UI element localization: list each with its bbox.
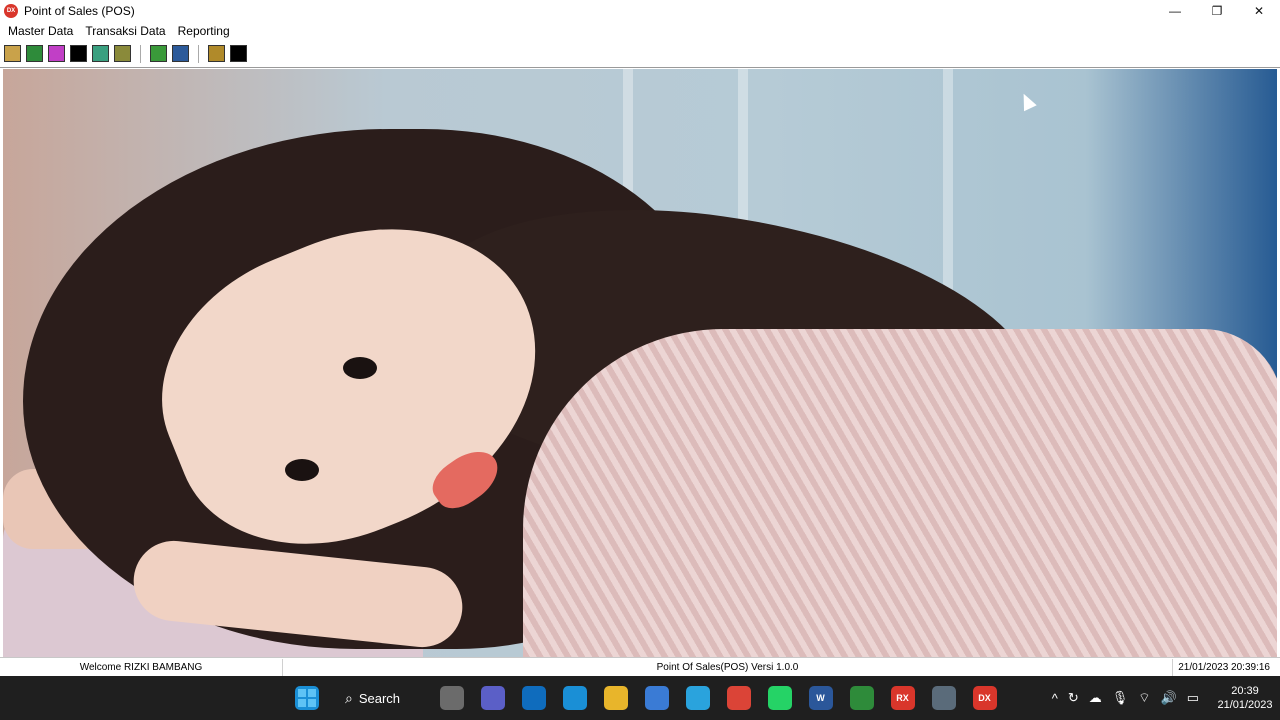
toolbar (0, 40, 1280, 68)
system-tray: ^ ↻ ☁ 🎙 ⌔ 🔊 ▭ 20:39 21/01/2023 (1047, 676, 1280, 720)
mouse-cursor-icon (1017, 90, 1037, 112)
rx-app-icon[interactable]: RX (890, 686, 915, 710)
sweater (523, 329, 1277, 657)
eye (343, 357, 377, 379)
mail-icon[interactable] (521, 686, 546, 710)
chevron-up-icon[interactable]: ^ (1052, 691, 1058, 706)
search-label: Search (358, 690, 401, 706)
menu-bar: Master Data Transaksi Data Reporting (0, 21, 1280, 40)
settings-icon[interactable] (931, 686, 956, 710)
blank-icon[interactable] (70, 45, 87, 62)
clock-time: 20:39 (1231, 685, 1259, 697)
report-icon[interactable] (208, 45, 225, 62)
network-icon[interactable] (92, 45, 109, 62)
status-datetime: 21/01/2023 20:39:16 (1178, 661, 1270, 673)
edge-icon[interactable] (562, 686, 587, 710)
taskbar-clock[interactable]: 20:39 21/01/2023 (1210, 684, 1280, 712)
taskbar: ⌕ Search W RX DX ^ ↻ ☁ 🎙 ⌔ 🔊 ▭ 20:39 21/… (0, 676, 1280, 720)
sync-icon[interactable]: ↻ (1068, 690, 1079, 706)
title-bar: DX Point of Sales (POS) — ❐ ✕ (0, 0, 1280, 21)
whatsapp-icon[interactable] (767, 686, 792, 710)
status-welcome: Welcome RIZKI BAMBANG (0, 658, 283, 676)
window-title: Point of Sales (POS) (24, 3, 135, 18)
window-controls: — ❐ ✕ (1154, 0, 1280, 21)
windows-start-icon[interactable] (294, 686, 319, 710)
chrome-icon[interactable] (726, 686, 751, 710)
eraser-icon[interactable] (48, 45, 65, 62)
taskbar-search[interactable]: ⌕ Search (333, 682, 425, 714)
search-icon: ⌕ (345, 689, 353, 706)
battery-icon[interactable]: ▭ (1187, 690, 1199, 706)
wifi-icon[interactable]: ⌔ (1138, 690, 1150, 706)
file-explorer-icon[interactable] (603, 686, 628, 710)
building-icon[interactable] (172, 45, 189, 62)
teams-icon[interactable] (480, 686, 505, 710)
telegram-icon[interactable] (685, 686, 710, 710)
microphone-icon[interactable]: 🎙 (1112, 690, 1129, 706)
menu-transaksi-data[interactable]: Transaksi Data (79, 24, 171, 38)
task-view-icon[interactable] (439, 686, 464, 710)
tag-icon[interactable] (4, 45, 21, 62)
clock-date: 21/01/2023 (1217, 699, 1273, 711)
blank-icon[interactable] (230, 45, 247, 62)
arrow-icon[interactable] (26, 45, 43, 62)
volume-icon[interactable]: 🔊 (1161, 690, 1177, 706)
users-icon[interactable] (114, 45, 131, 62)
close-button[interactable]: ✕ (1238, 0, 1280, 21)
gear-icon[interactable] (150, 45, 167, 62)
menu-master-data[interactable]: Master Data (2, 24, 79, 38)
restore-button[interactable]: ❐ (1196, 0, 1238, 21)
eye (285, 459, 319, 481)
background-image (3, 69, 1277, 657)
cloud-icon[interactable]: ☁ (1089, 690, 1102, 706)
toolbar-separator (140, 44, 141, 63)
dx-app-icon[interactable]: DX (972, 686, 997, 710)
app-logo-icon: DX (4, 3, 18, 18)
status-version: Point Of Sales(POS) Versi 1.0.0 (283, 658, 1173, 676)
toolbar-separator (198, 44, 199, 63)
store-icon[interactable] (644, 686, 669, 710)
word-icon[interactable]: W (808, 686, 833, 710)
status-bar: Welcome RIZKI BAMBANG Point Of Sales(POS… (0, 657, 1280, 676)
excel-tool-icon[interactable] (849, 686, 874, 710)
taskbar-apps: ⌕ Search W RX DX (286, 676, 1005, 720)
minimize-button[interactable]: — (1154, 0, 1196, 21)
menu-reporting[interactable]: Reporting (172, 24, 236, 38)
